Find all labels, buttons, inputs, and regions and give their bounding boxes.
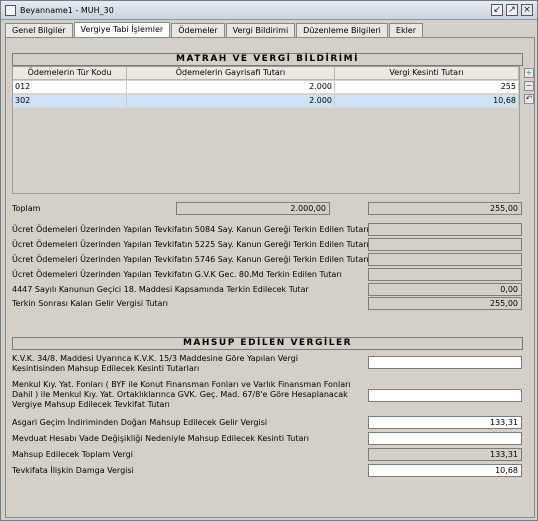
cell-gross[interactable]: 2.000 [127,95,335,107]
total-gross-field: 2.000,00 [176,202,330,215]
grid-header: Ödemelerin Tür Kodu Ödemelerin Gayrisafi… [13,67,519,80]
mahsup-fund-field[interactable] [368,389,522,402]
tab-genel-bilgiler[interactable]: Genel Bilgiler [5,23,73,37]
mahsup-deposit-label: Mevduat Hesabı Vade Değişikliği Nedeniyl… [12,434,309,443]
column-header-code[interactable]: Ödemelerin Tür Kodu [13,67,127,79]
line-4447-field: 0,00 [368,283,522,296]
window-controls: ↙ ↗ × [491,4,533,16]
restore-button[interactable]: ↙ [491,4,503,16]
tab-vergiye-tabi-islemler[interactable]: Vergiye Tabi İşlemler [73,22,171,37]
line-remaining-tax-field: 255,00 [368,297,522,310]
undo-icon[interactable]: ↶ [524,94,534,104]
close-button[interactable]: × [521,4,533,16]
mahsup-agi-field[interactable]: 133,31 [368,416,522,429]
column-header-tax[interactable]: Vergi Kesinti Tutarı [335,67,519,79]
main-window: Beyanname1 - MUH_30 ↙ ↗ × Genel Bilgiler… [0,0,538,521]
payments-grid: Ödemelerin Tür Kodu Ödemelerin Gayrisafi… [12,66,520,194]
line-5746-field[interactable] [368,253,522,266]
line-5225-field[interactable] [368,238,522,251]
grid-tools: + − ↶ [524,68,534,104]
cell-tax[interactable]: 10,68 [335,95,519,107]
line-5225-label: Ücret Ödemeleri Üzerinden Yapılan Tevkif… [12,240,369,249]
table-row-selected[interactable]: 302 2.000 10,68 [13,95,519,108]
tab-ekler[interactable]: Ekler [388,23,424,37]
remove-row-icon[interactable]: − [524,81,534,91]
mahsup-deposit-field[interactable] [368,432,522,445]
mahsup-total-field: 133,31 [368,448,522,461]
line-remaining-tax-label: Terkin Sonrası Kalan Gelir Vergisi Tutar… [12,299,168,308]
stamp-tax-field[interactable]: 10,68 [368,464,522,477]
line-5746-label: Ücret Ödemeleri Üzerinden Yapılan Tevkif… [12,255,369,264]
mahsup-fund-label: Menkul Kıy. Yat. Fonları ( BYF ile Konut… [12,380,351,409]
line-4447-label: 4447 Sayılı Kanunun Geçici 18. Maddesi K… [12,285,309,294]
line-5084-field[interactable] [368,223,522,236]
stamp-tax-label: Tevkifata İlişkin Damga Vergisi [12,466,134,475]
matrah-section-title: MATRAH VE VERGİ BİLDİRİMİ [12,53,523,66]
tab-odemeler[interactable]: Ödemeler [171,23,225,37]
mahsup-kvk-label: K.V.K. 34/8. Maddesi Uyarınca K.V.K. 15/… [12,354,298,373]
cell-code[interactable]: 302 [13,95,127,107]
cell-tax[interactable]: 255 [335,81,519,93]
tab-content: MATRAH VE VERGİ BİLDİRİMİ Ödemelerin Tür… [5,37,535,518]
document-icon [5,4,16,16]
tab-vergi-bildirimi[interactable]: Vergi Bildirimi [225,23,296,37]
line-gvk80-field[interactable] [368,268,522,281]
mahsup-total-label: Mahsup Edilecek Toplam Vergi [12,450,133,459]
line-gvk80-label: Ücret Ödemeleri Üzerinden Yapılan Tevkif… [12,270,342,279]
total-label: Toplam [12,204,41,213]
cell-gross[interactable]: 2.000 [127,81,335,93]
tab-bar: Genel Bilgiler Vergiye Tabi İşlemler Öde… [5,22,424,37]
window-title: Beyanname1 - MUH_30 [20,5,114,15]
mahsup-agi-label: Asgari Geçim İndiriminden Doğan Mahsup E… [12,418,268,427]
total-tax-field: 255,00 [368,202,522,215]
line-5084-label: Ücret Ödemeleri Üzerinden Yapılan Tevkif… [12,225,369,234]
title-bar: Beyanname1 - MUH_30 ↙ ↗ × [1,1,537,20]
mahsup-section-title: MAHSUP EDİLEN VERGİLER [12,337,523,350]
mahsup-kvk-field[interactable] [368,356,522,369]
add-row-icon[interactable]: + [524,68,534,78]
table-row[interactable]: 012 2.000 255 [13,81,519,94]
maximize-button[interactable]: ↗ [506,4,518,16]
tab-duzenleme-bilgileri[interactable]: Düzenleme Bilgileri [296,23,388,37]
cell-code[interactable]: 012 [13,81,127,93]
column-header-gross[interactable]: Ödemelerin Gayrisafi Tutarı [127,67,335,79]
